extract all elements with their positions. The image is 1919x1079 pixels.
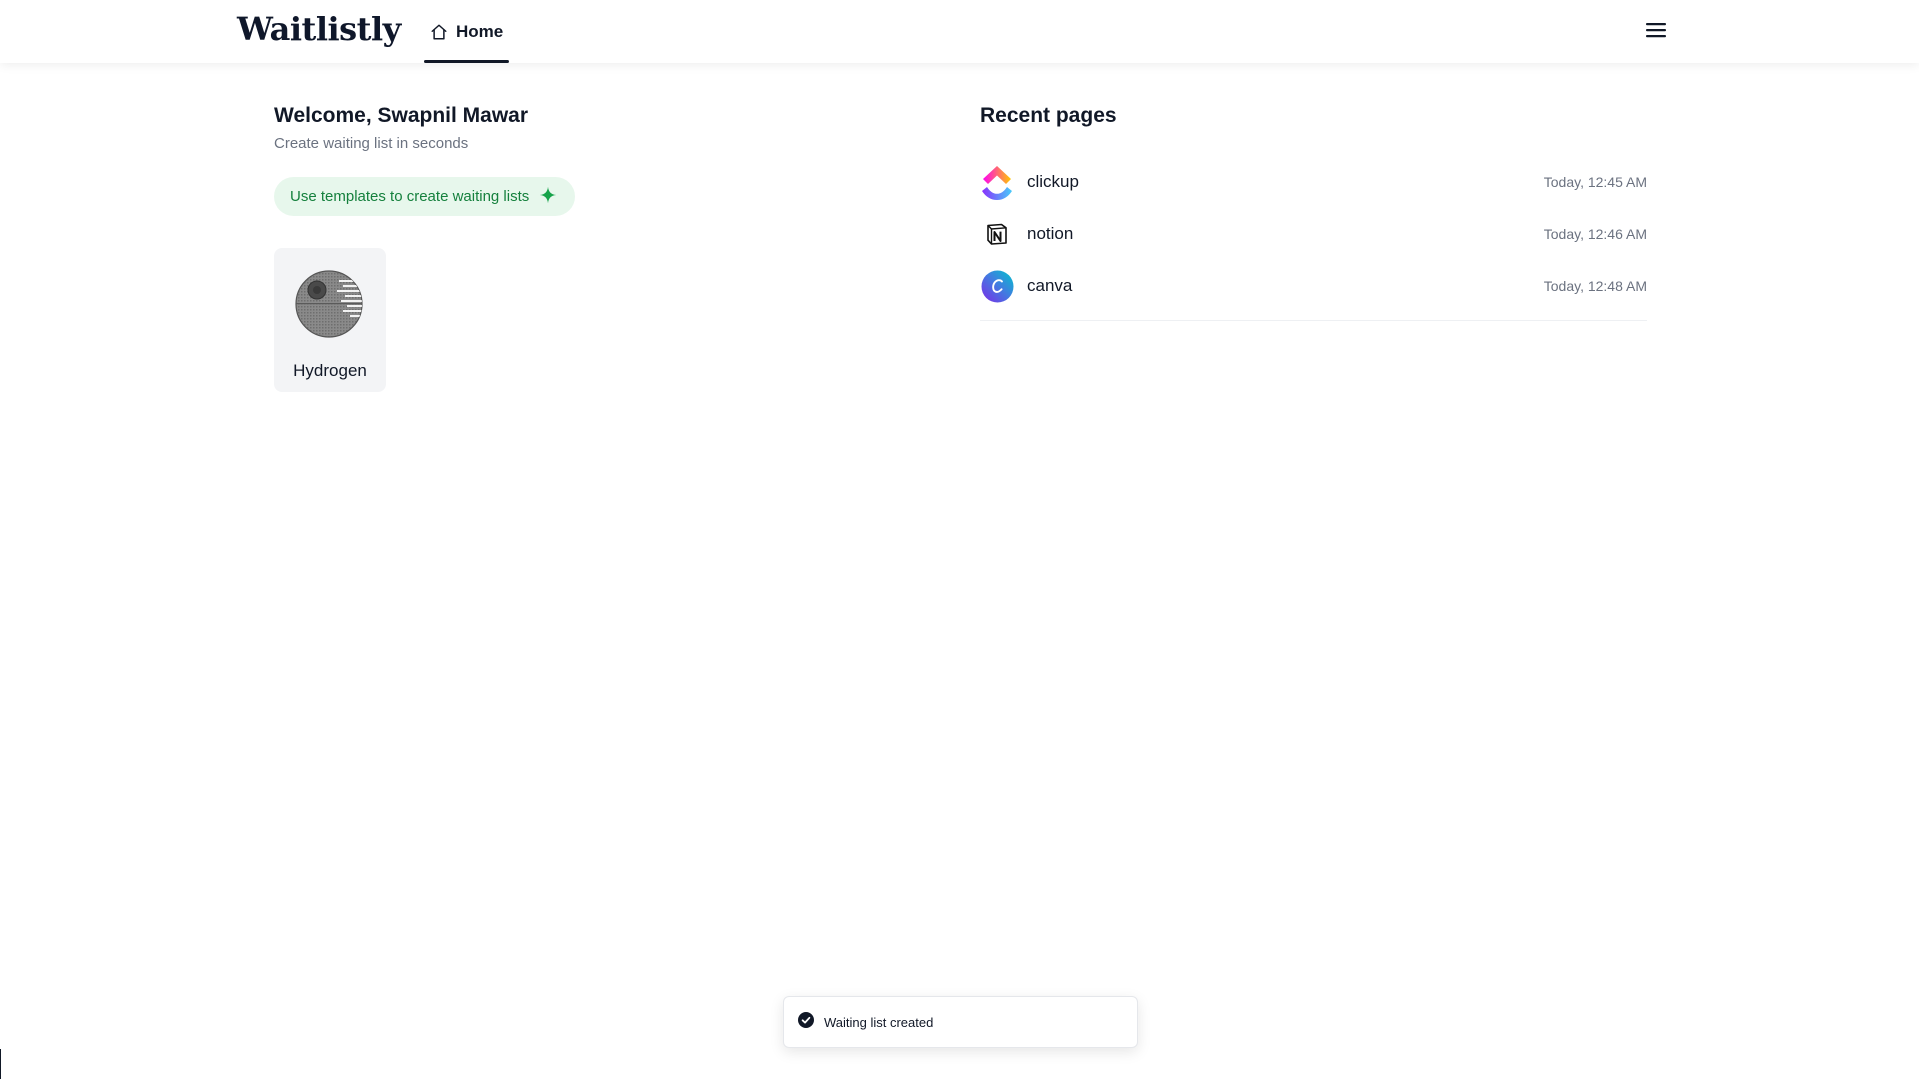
sparkle-icon [539, 186, 557, 208]
use-templates-button-label: Use templates to create waiting lists [290, 188, 530, 205]
toast-message: Waiting list created [824, 1014, 934, 1030]
recent-item-name: notion [1027, 224, 1074, 243]
page-card-hydrogen[interactable]: Hydrogen [274, 248, 386, 392]
recent-item-time: Today, 12:48 AM [1543, 278, 1647, 294]
welcome-subtitle: Create waiting list in seconds [274, 135, 469, 152]
recent-item-name: clickup [1027, 172, 1079, 191]
notion-logo [980, 217, 1014, 251]
welcome-title: Welcome, Swapnil Mawar [274, 104, 529, 127]
brand-logo[interactable]: Waitlistly [237, 10, 401, 48]
recent-item-time: Today, 12:45 AM [1543, 174, 1647, 190]
death-star-avatar [295, 270, 363, 338]
recent-pages-title: Recent pages [980, 104, 1117, 127]
check-circle-icon [798, 1011, 814, 1033]
hamburger-menu-icon [1646, 22, 1666, 43]
recent-pages-list: clickup Today, 12:45 AM notion Today, 12… [980, 156, 1647, 321]
use-templates-button[interactable]: Use templates to create waiting lists [274, 177, 576, 216]
home-icon [430, 23, 448, 41]
canva-logo [980, 269, 1014, 303]
recent-item-name: canva [1027, 276, 1073, 295]
recent-item-notion[interactable]: notion Today, 12:46 AM [980, 208, 1647, 260]
clickup-logo [980, 165, 1014, 200]
hamburger-menu-button[interactable] [1640, 18, 1672, 46]
toast-notification: Waiting list created [783, 996, 1138, 1048]
nav-tab-home-label: Home [456, 21, 504, 41]
recent-item-canva[interactable]: canva Today, 12:48 AM [980, 260, 1647, 312]
text-caret [0, 1049, 1, 1079]
top-header: Waitlistly Home [0, 0, 1919, 63]
recent-item-time: Today, 12:46 AM [1543, 226, 1647, 242]
page-card-label: Hydrogen [293, 361, 367, 380]
nav-tab-home[interactable]: Home [424, 0, 510, 63]
recent-item-clickup[interactable]: clickup Today, 12:45 AM [980, 156, 1647, 208]
